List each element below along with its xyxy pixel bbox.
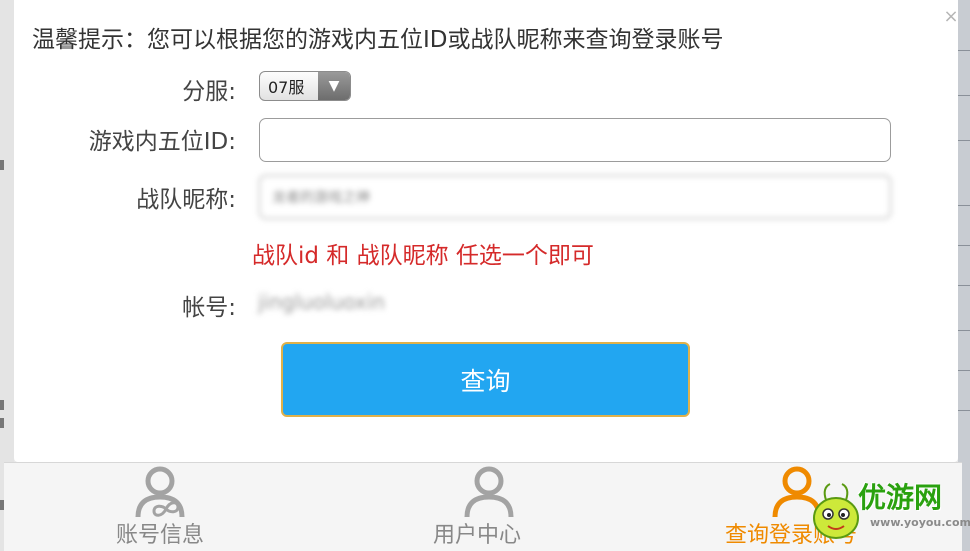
query-account-dialog: 温馨提示：您可以根据您的游戏内五位ID或战队昵称来查询登录账号 分服: 07服 …	[14, 0, 958, 462]
account-label: 帐号:	[182, 295, 236, 321]
watermark-logo: 优游网 www.yoyou.com	[808, 476, 970, 548]
background-mark	[0, 418, 4, 428]
tab-label: 账号信息	[116, 523, 205, 548]
mascot-icon	[813, 483, 859, 539]
tab-label: 用户中心	[433, 523, 522, 548]
background-line	[958, 285, 970, 286]
screen: 温馨提示：您可以根据您的游戏内五位ID或战队昵称来查询登录账号 分服: 07服 …	[0, 0, 970, 551]
user-infinity-icon	[135, 466, 185, 518]
background-line	[958, 140, 970, 141]
watermark-url: www.yoyou.com	[870, 516, 970, 529]
server-select-value: 07服	[268, 78, 305, 97]
background-line	[958, 410, 970, 411]
close-icon[interactable]: ×	[942, 8, 960, 26]
account-value: jingluoluoxin	[258, 290, 385, 314]
chevron-down-icon: ▼	[318, 72, 350, 100]
background-line	[958, 95, 970, 96]
background-mark	[0, 400, 4, 410]
tab-user-center[interactable]: 用户中心	[419, 463, 559, 551]
background-line	[958, 50, 970, 51]
server-select[interactable]: 07服 ▼	[259, 71, 351, 101]
background-line	[958, 205, 970, 206]
background-line	[958, 245, 970, 246]
query-button[interactable]: 查询	[281, 342, 690, 417]
hint-text: 温馨提示：您可以根据您的游戏内五位ID或战队昵称来查询登录账号	[32, 27, 724, 53]
background-mark	[0, 160, 4, 170]
tab-account-info[interactable]: 账号信息	[104, 463, 244, 551]
watermark-text: 优游网	[858, 481, 943, 514]
team-nickname-input[interactable]	[259, 175, 891, 219]
user-icon	[464, 466, 514, 518]
team-nickname-label: 战队昵称:	[136, 187, 236, 213]
game-id-input[interactable]	[259, 118, 891, 162]
server-label: 分服:	[182, 79, 236, 105]
background-line	[958, 330, 970, 331]
tip-text: 战队id 和 战队昵称 任选一个即可	[252, 243, 594, 269]
game-id-label: 游戏内五位ID:	[88, 129, 236, 155]
background-line	[958, 370, 970, 371]
